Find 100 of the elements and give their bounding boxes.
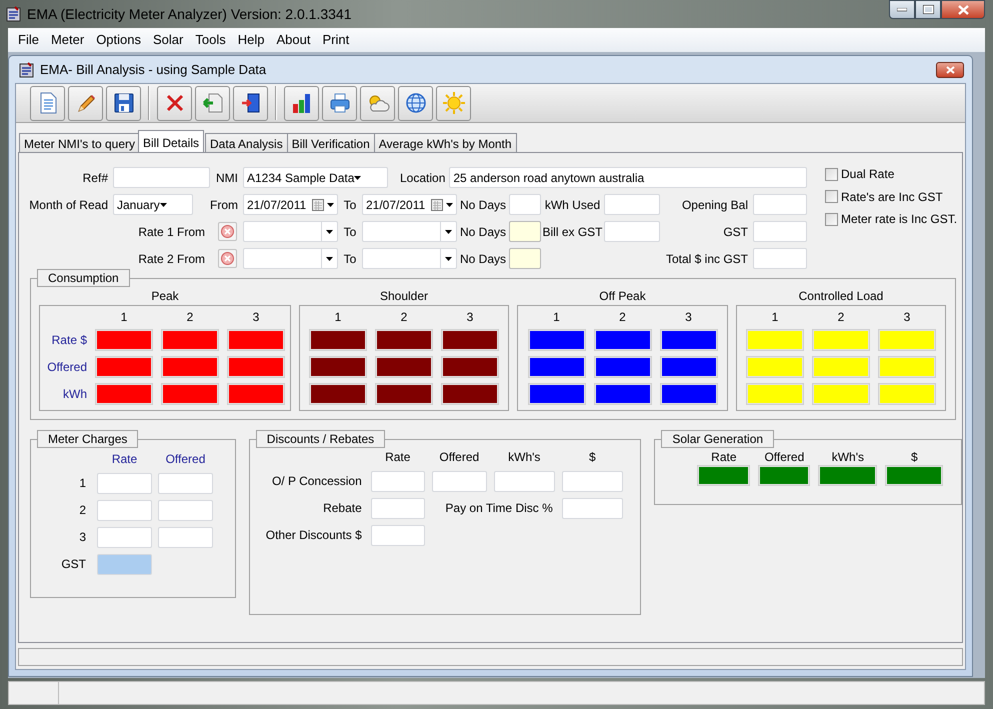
text-field[interactable] — [604, 194, 660, 216]
text-field[interactable] — [158, 526, 213, 548]
text-field[interactable] — [158, 500, 213, 521]
text-field[interactable] — [97, 472, 152, 494]
input-field[interactable] — [746, 383, 804, 406]
input-field[interactable] — [227, 329, 285, 352]
menu-item[interactable]: Solar — [147, 32, 190, 48]
text-field[interactable] — [509, 221, 541, 242]
caret-icon — [354, 176, 362, 180]
menu-item[interactable]: Options — [90, 32, 147, 48]
minimize-button[interactable] — [889, 0, 915, 19]
text-field[interactable] — [97, 526, 152, 548]
input-field[interactable] — [309, 356, 367, 378]
input-field[interactable] — [375, 356, 433, 378]
clear-button[interactable] — [218, 249, 237, 268]
checkbox[interactable] — [825, 168, 838, 182]
input-field[interactable] — [528, 383, 586, 406]
checkbox[interactable] — [825, 212, 838, 226]
clear-button[interactable] — [218, 222, 237, 242]
input-field[interactable] — [528, 329, 586, 352]
toolbar-button[interactable] — [106, 86, 141, 121]
toolbar-button[interactable] — [157, 86, 192, 121]
tab[interactable]: Bill Verification — [286, 133, 375, 152]
text-field[interactable] — [97, 500, 152, 521]
input-field[interactable] — [660, 356, 718, 378]
input-field[interactable] — [95, 356, 153, 378]
input-field[interactable] — [878, 383, 936, 406]
toolbar-button[interactable] — [233, 86, 268, 121]
date-field[interactable]: 21/07/2011 — [243, 194, 338, 216]
input-field[interactable] — [812, 329, 870, 352]
date-field[interactable]: 21/07/2011 — [362, 194, 457, 216]
menu-item[interactable]: Help — [232, 32, 270, 48]
menu-item[interactable]: About — [270, 32, 316, 48]
input-field[interactable] — [697, 464, 750, 486]
close-button[interactable] — [936, 62, 964, 78]
text-field[interactable] — [509, 194, 541, 216]
input-field[interactable] — [812, 356, 870, 378]
text-field[interactable] — [509, 248, 541, 270]
input-field[interactable] — [441, 329, 499, 352]
toolbar-button[interactable] — [398, 86, 433, 121]
input-field[interactable] — [441, 383, 499, 406]
input-field[interactable] — [758, 464, 810, 486]
menu-item[interactable]: Meter — [44, 32, 90, 48]
column-header: 2 — [618, 310, 627, 324]
input-field[interactable] — [660, 383, 718, 406]
input-field[interactable] — [375, 329, 433, 352]
text-field[interactable] — [370, 470, 425, 492]
input-field[interactable] — [594, 356, 652, 378]
text-field[interactable] — [494, 470, 555, 492]
close-button[interactable] — [941, 0, 985, 19]
text-field[interactable]: 25 anderson road anytown australia — [449, 167, 807, 188]
text-field[interactable] — [753, 248, 807, 270]
checkbox[interactable] — [825, 190, 838, 204]
column-header: Rate — [710, 450, 738, 465]
input-field[interactable] — [309, 383, 367, 406]
dropdown[interactable]: A1234 Sample Data — [243, 167, 388, 188]
tab[interactable]: Meter NMI's to query — [19, 133, 140, 152]
input-field[interactable] — [161, 383, 219, 406]
text-field[interactable] — [753, 194, 807, 216]
text-field[interactable] — [158, 472, 213, 494]
input-field[interactable] — [161, 356, 219, 378]
dropdown[interactable]: January — [113, 194, 193, 216]
text-field[interactable] — [562, 498, 623, 519]
menu-item[interactable]: Tools — [189, 32, 232, 48]
text-field[interactable] — [753, 221, 807, 242]
text-field[interactable] — [97, 554, 152, 575]
text-field[interactable] — [113, 167, 210, 188]
menu-item[interactable]: File — [12, 32, 45, 48]
input-field[interactable] — [161, 329, 219, 352]
tab[interactable]: Data Analysis — [205, 133, 288, 152]
input-field[interactable] — [227, 356, 285, 378]
maximize-button[interactable] — [915, 0, 941, 19]
input-field[interactable] — [95, 329, 153, 352]
text-field[interactable] — [562, 470, 623, 492]
input-field[interactable] — [309, 329, 367, 352]
input-field[interactable] — [878, 356, 936, 378]
input-field[interactable] — [375, 383, 433, 406]
text-field[interactable] — [604, 221, 660, 242]
toolbar-button[interactable] — [284, 86, 319, 121]
menu-item[interactable]: Print — [316, 32, 356, 48]
checkbox-label: Meter rate is Inc GST. — [841, 212, 958, 227]
tab[interactable]: Average kWh's by Month — [374, 133, 517, 152]
input-field[interactable] — [746, 356, 804, 378]
input-field[interactable] — [594, 329, 652, 352]
input-field[interactable] — [818, 464, 878, 486]
input-field[interactable] — [885, 464, 944, 486]
input-field[interactable] — [660, 329, 718, 352]
input-field[interactable] — [95, 383, 153, 406]
text-field[interactable] — [432, 470, 487, 492]
input-field[interactable] — [441, 356, 499, 378]
text-field[interactable] — [370, 524, 425, 546]
text-field[interactable] — [370, 498, 425, 519]
input-field[interactable] — [746, 329, 804, 352]
toolbar-button[interactable] — [322, 86, 357, 121]
input-field[interactable] — [878, 329, 936, 352]
input-field[interactable] — [594, 383, 652, 406]
input-field[interactable] — [812, 383, 870, 406]
tab[interactable]: Bill Details — [138, 130, 204, 152]
input-field[interactable] — [528, 356, 586, 378]
input-field[interactable] — [227, 383, 285, 406]
